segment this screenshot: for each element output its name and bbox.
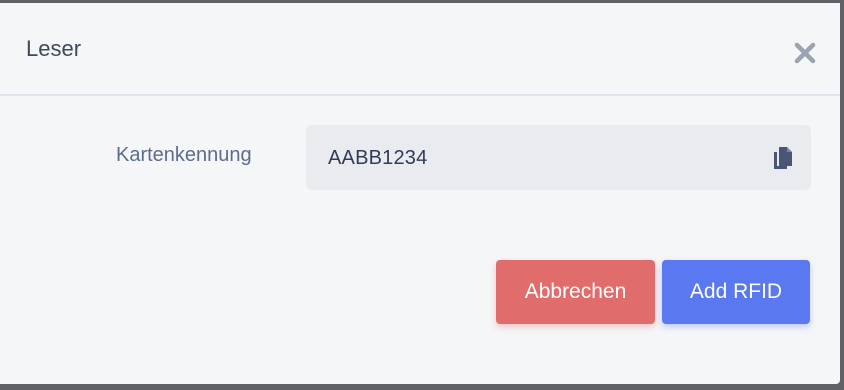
add-rfid-button[interactable]: Add RFID (662, 260, 810, 324)
card-id-field[interactable]: AABB1234 (306, 125, 811, 190)
close-icon[interactable] (792, 40, 818, 66)
card-id-label: Kartenkennung (116, 144, 252, 166)
copy-icon[interactable] (772, 146, 794, 170)
modal-header: Leser (0, 3, 840, 96)
cancel-button[interactable]: Abbrechen (496, 260, 655, 324)
modal-title: Leser (26, 36, 82, 61)
rfid-reader-modal: Leser Kartenkennung AABB1234 Abbrechen A… (0, 3, 840, 384)
card-id-value: AABB1234 (328, 147, 428, 169)
